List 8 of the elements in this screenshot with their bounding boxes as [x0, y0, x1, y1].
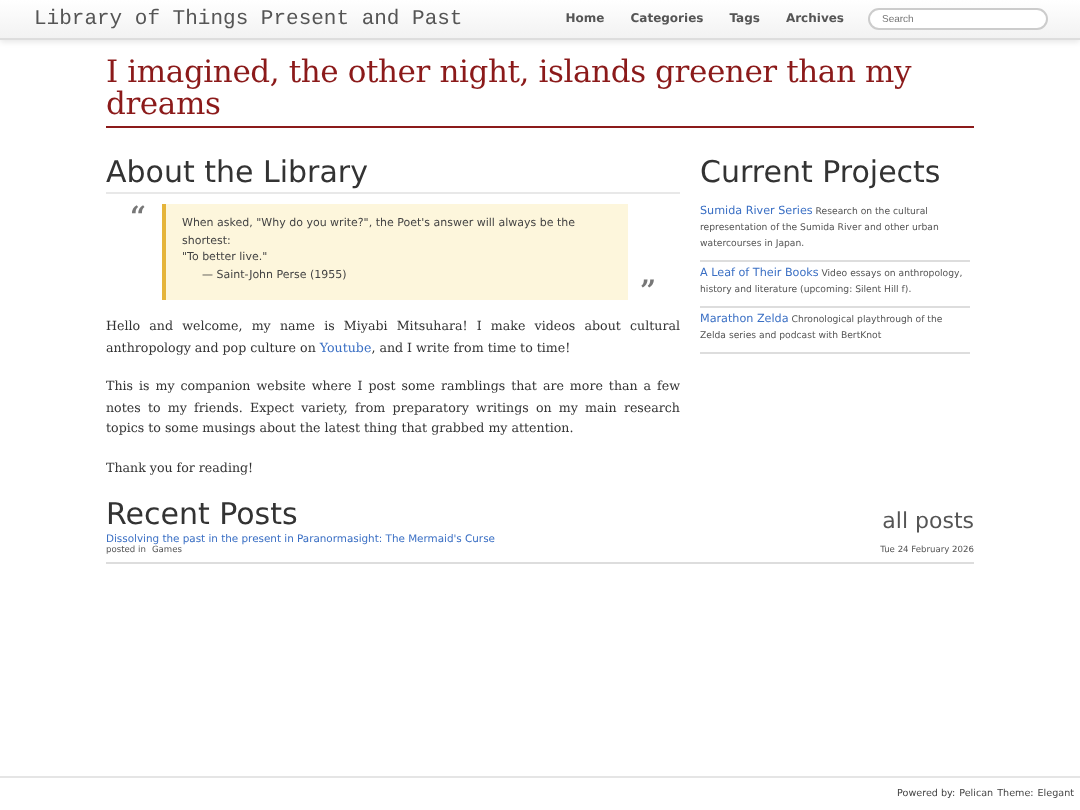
section-heading: Recent Posts	[106, 496, 298, 534]
all-posts-link[interactable]: all posts	[882, 508, 974, 534]
close-quote-mark: ”	[640, 284, 659, 300]
page-headline: I imagined, the other night, islands greener than my dreams	[106, 56, 974, 128]
section-heading: About the Library	[106, 154, 680, 194]
sidebar-heading: Current Projects	[700, 154, 943, 192]
open-quote-mark: “	[130, 204, 149, 232]
site-title-link[interactable]: Library of Things Present and Past	[34, 7, 463, 31]
